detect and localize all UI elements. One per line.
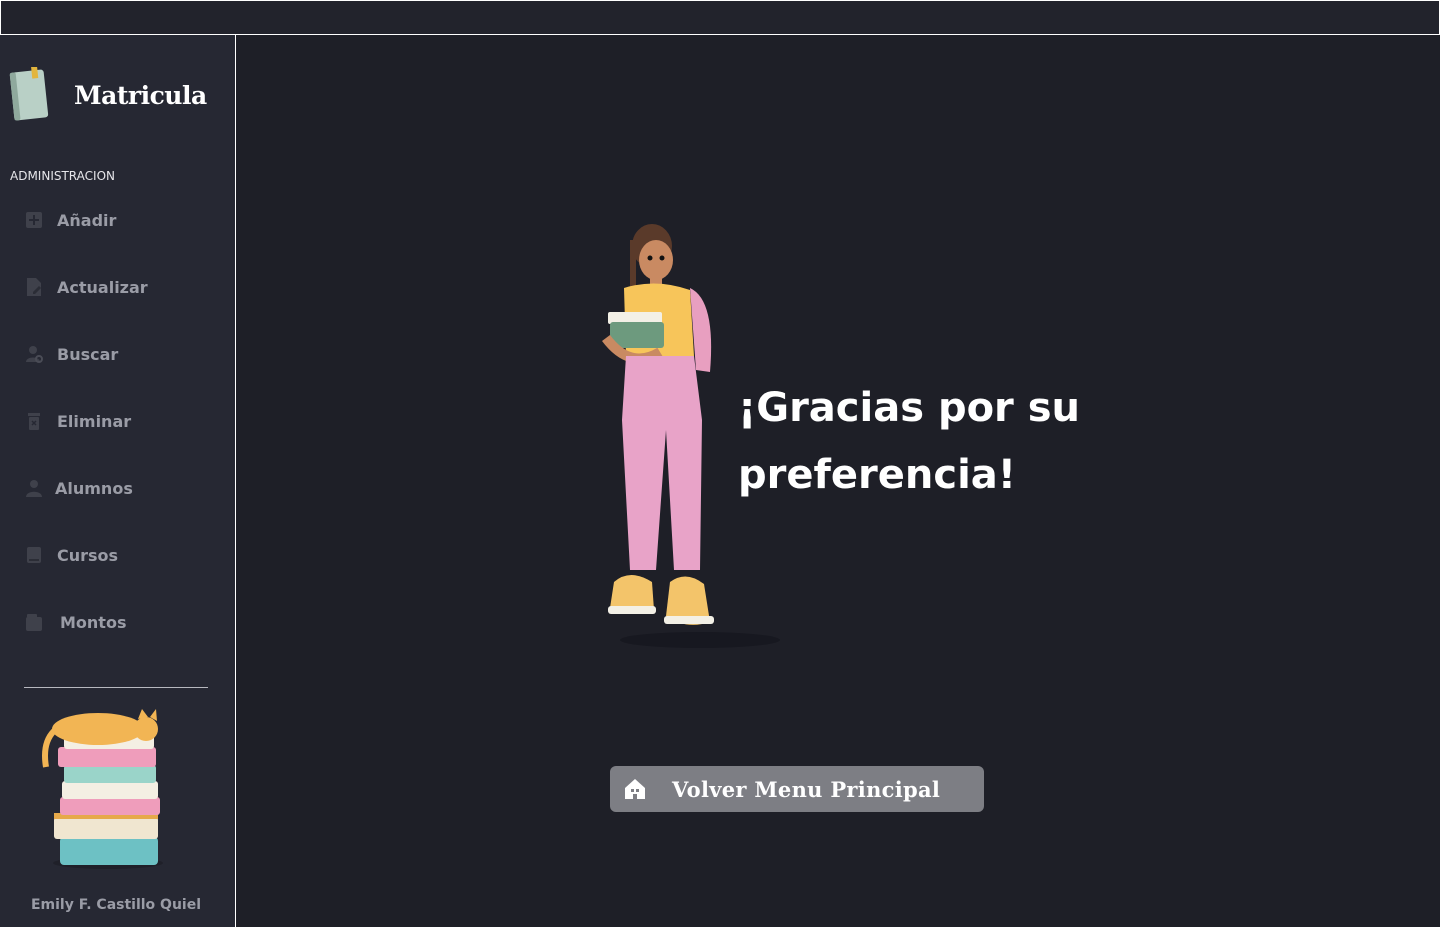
user-search-icon [26,346,43,363]
sidebar-item-actualizar[interactable]: Actualizar [24,277,148,297]
thank-you-message: ¡Gracias por su preferencia! [738,375,1198,509]
sidebar-item-label: Eliminar [57,411,132,431]
footer-author-name: Emily F. Castillo Quiel [30,897,202,913]
sidebar-item-montos[interactable]: Montos [24,612,126,632]
main-content: ¡Gracias por su preferencia! Volver Menu… [236,35,1440,927]
sidebar-item-anadir[interactable]: Añadir [24,210,116,230]
sidebar: Matricula ADMINISTRACION Añadir Actualiz… [0,35,236,927]
sidebar-item-label: Buscar [57,344,119,364]
sidebar-divider [24,687,208,688]
sidebar-item-buscar[interactable]: Buscar [24,344,118,364]
user-icon [26,480,42,497]
sidebar-item-label: Añadir [57,210,117,230]
sidebar-item-label: Cursos [57,545,119,565]
thank-you-line-2: preferencia! [738,452,1017,498]
book-icon [9,67,49,121]
cat-on-books-illustration [42,709,163,869]
thank-you-line-1: ¡Gracias por su [738,385,1080,431]
sidebar-item-label: Montos [60,612,127,632]
home-icon [625,779,645,799]
sidebar-item-eliminar[interactable]: Eliminar [24,411,131,431]
back-to-main-menu-button[interactable]: Volver Menu Principal [610,766,984,812]
section-label: ADMINISTRACION [10,169,115,183]
sidebar-item-label: Alumnos [55,478,133,498]
sidebar-item-label: Actualizar [57,277,148,297]
edit-file-icon [27,278,41,296]
top-bar [0,0,1440,35]
sidebar-item-alumnos[interactable]: Alumnos [24,478,133,498]
brand-title: Matricula [74,80,207,110]
back-button-label: Volver Menu Principal [672,776,941,802]
wallet-icon [26,614,42,631]
sidebar-item-cursos[interactable]: Cursos [24,545,118,565]
add-icon [26,212,42,228]
brand[interactable]: Matricula [8,67,207,123]
trash-icon [28,413,40,430]
book-icon [27,547,41,563]
